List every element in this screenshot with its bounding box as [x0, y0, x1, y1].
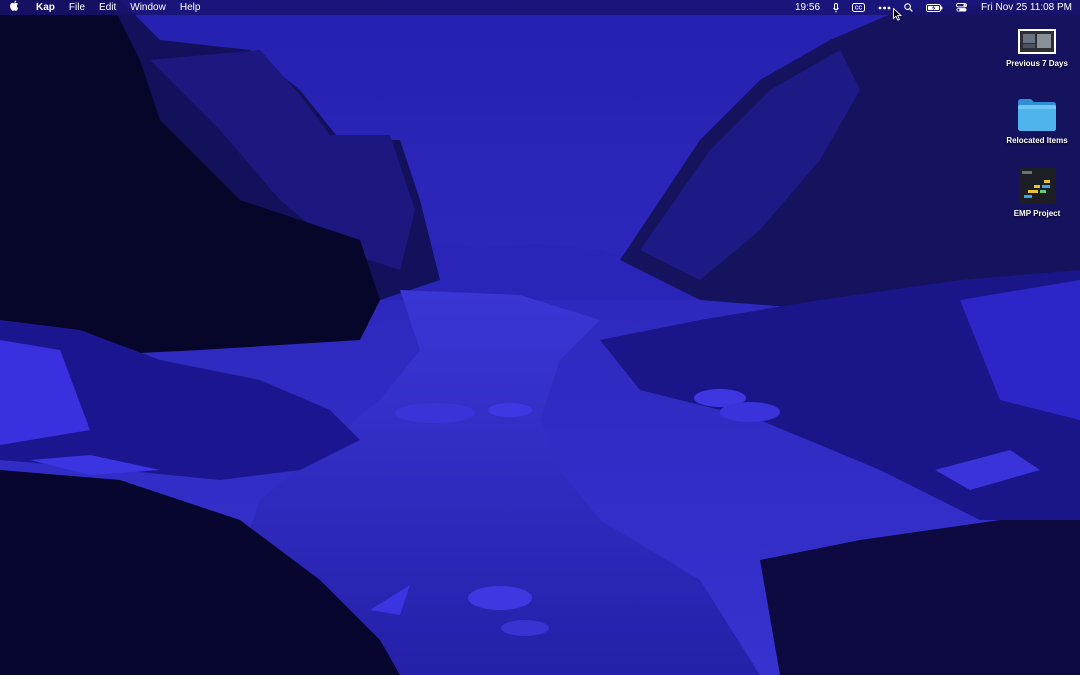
microphone-icon[interactable] — [833, 2, 839, 13]
control-center-icon[interactable] — [956, 3, 968, 12]
app-menu-kap[interactable]: Kap — [28, 0, 62, 15]
battery-charging-icon[interactable] — [926, 3, 943, 12]
desktop-item-label: Relocated Items — [1006, 136, 1068, 145]
apple-logo-icon[interactable] — [0, 0, 28, 16]
desktop-wallpaper — [0, 0, 1080, 675]
document-thumbnail-icon — [1019, 168, 1055, 204]
cc-icon[interactable]: CC — [852, 3, 866, 12]
menu-edit[interactable]: Edit — [92, 0, 123, 15]
recording-timer[interactable]: 19:56 — [795, 0, 820, 15]
desktop-item-previous-7-days[interactable]: Previous 7 Days — [992, 28, 1080, 68]
screenshot-thumbnail-icon — [1018, 29, 1056, 54]
desktop-item-label: Previous 7 Days — [1006, 59, 1068, 68]
menu-help[interactable]: Help — [173, 0, 208, 15]
menu-file[interactable]: File — [62, 0, 92, 15]
mouse-cursor-icon — [893, 8, 902, 21]
svg-text:CC: CC — [855, 6, 863, 12]
more-dots-icon[interactable] — [878, 6, 891, 10]
menu-bar: Kap File Edit Window Help 19:56 CC Fri N… — [0, 0, 1080, 15]
desktop-item-emp-project[interactable]: EMP Project — [992, 167, 1080, 218]
menu-window[interactable]: Window — [123, 0, 173, 15]
search-icon[interactable] — [904, 3, 913, 12]
desktop-item-label: EMP Project — [1013, 209, 1061, 218]
menu-bar-clock[interactable]: Fri Nov 25 11:08 PM — [981, 0, 1072, 15]
desktop-item-relocated-items[interactable]: Relocated Items — [992, 97, 1080, 145]
folder-icon — [1018, 99, 1056, 131]
